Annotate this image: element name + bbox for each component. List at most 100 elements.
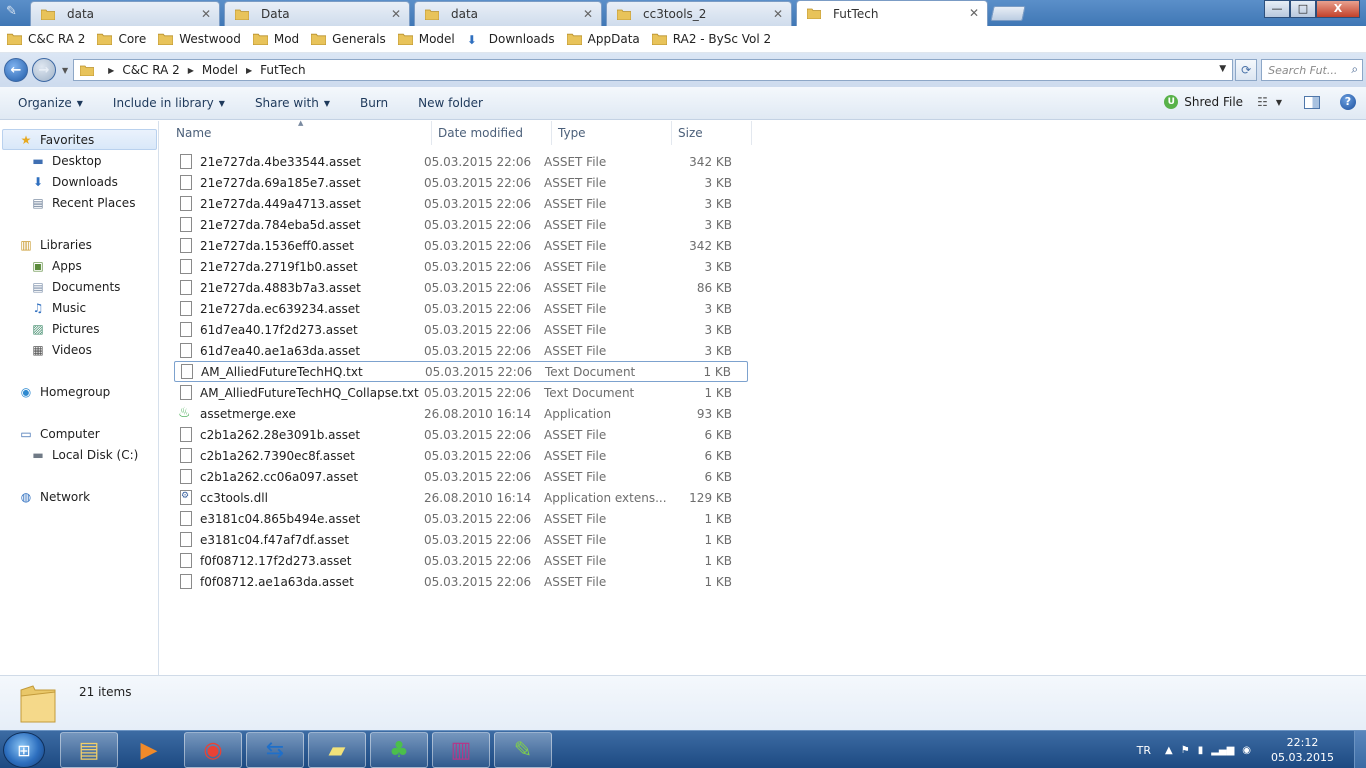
file-row[interactable]: 61d7ea40.17f2d273.asset 05.03.2015 22:06 A… [174,319,748,340]
file-row[interactable]: c2b1a262.28e3091b.asset 05.03.2015 22:06 A… [174,424,748,445]
breadcrumb-separator[interactable]: ▶ [108,66,114,75]
maximize-button[interactable]: □ [1290,0,1316,18]
nav-item[interactable]: ★ Favorites [18,130,95,150]
preview-pane-icon[interactable] [1304,95,1320,109]
file-row[interactable]: 21e727da.ec639234.asset 05.03.2015 22:06 A… [174,298,748,319]
nav-item[interactable]: ▥ Libraries [18,235,92,255]
file-row[interactable]: e3181c04.865b494e.asset 05.03.2015 22:06 A… [174,508,748,529]
taskbar-app[interactable]: ⇆ [246,732,304,768]
nav-item[interactable]: ▤ Recent Places [30,193,135,213]
search-box[interactable]: Search Fut... ⌕ [1261,59,1364,81]
file-row[interactable]: f0f08712.ae1a63da.asset 05.03.2015 22:06 A… [174,571,748,592]
nav-item[interactable]: ▬ Desktop [30,151,101,171]
show-hidden-icons[interactable]: ▲ [1165,745,1173,756]
taskbar-app[interactable]: ▶ [120,732,178,768]
bookmark-item[interactable]: AppData [566,32,640,46]
new-tab-button[interactable] [990,6,1026,21]
nav-item[interactable]: ▦ Videos [30,340,92,360]
organize-button[interactable]: Organize ▼ [18,96,83,110]
start-button[interactable]: ⊞ [3,732,45,768]
nav-item[interactable]: ♫ Music [30,298,87,318]
view-options-dropdown[interactable]: ▼ [1276,98,1282,107]
volume-icon[interactable]: ◉ [1242,745,1251,756]
include-in-library-button[interactable]: Include in library ▼ [113,96,225,110]
breadcrumb-item[interactable]: Model [202,63,238,77]
search-input[interactable]: Search Fut... [1268,64,1337,77]
breadcrumb-separator[interactable]: ▶ [246,66,252,75]
address-dropdown-icon[interactable]: ▼ [1219,64,1226,74]
file-row[interactable]: c2b1a262.7390ec8f.asset 05.03.2015 22:06 A… [174,445,748,466]
taskbar-app[interactable]: ▤ [60,732,118,768]
bookmark-item[interactable]: ⬇ Downloads [467,32,555,47]
tab-3[interactable]: cc3tools_2 ✕ [606,1,792,26]
column-header-type[interactable]: Type [552,121,672,145]
nav-item[interactable]: ▤ Documents [30,277,120,297]
wrench-icon[interactable]: ✎ [6,4,17,19]
bookmark-item[interactable]: Core [97,32,146,46]
tab-1[interactable]: Data ✕ [224,1,410,26]
tab-2[interactable]: data ✕ [414,1,602,26]
nav-item[interactable]: ◍ Network [18,487,90,507]
nav-item[interactable]: ▬ Local Disk (C:) [30,445,138,465]
file-row[interactable]: cc3tools.dll 26.08.2010 16:14 Application … [174,487,748,508]
file-row[interactable]: 21e727da.4be33544.asset 05.03.2015 22:06 A… [174,151,748,172]
burn-button[interactable]: Burn [360,96,388,110]
nav-item[interactable]: ⬇ Downloads [30,172,118,192]
file-row[interactable]: 21e727da.69a185e7.asset 05.03.2015 22:06 A… [174,172,748,193]
power-icon[interactable]: ▮ [1198,745,1204,756]
file-row[interactable]: ♨ assetmerge.exe 26.08.2010 16:14 Applicati… [174,403,748,424]
bookmark-item[interactable]: Mod [252,32,299,46]
taskbar-app[interactable]: ◉ [184,732,242,768]
breadcrumb-separator[interactable]: ▶ [188,66,194,75]
help-icon[interactable]: ? [1340,94,1356,110]
file-row[interactable]: 61d7ea40.ae1a63da.asset 05.03.2015 22:06 A… [174,340,748,361]
close-tab-icon[interactable]: ✕ [969,6,979,20]
taskbar-app[interactable]: ▰ [308,732,366,768]
nav-item[interactable]: ▨ Pictures [30,319,99,339]
column-header-name[interactable]: Name ▲ [160,119,432,145]
minimize-button[interactable]: — [1264,0,1290,18]
file-row[interactable]: 21e727da.1536eff0.asset 05.03.2015 22:06 A… [174,235,748,256]
file-row[interactable]: AM_AlliedFutureTechHQ_Collapse.txt 05.03.… [174,382,748,403]
file-row[interactable]: e3181c04.f47af7df.asset 05.03.2015 22:06 A… [174,529,748,550]
clock[interactable]: 22:12 05.03.2015 [1271,735,1334,765]
file-row[interactable]: AM_AlliedFutureTechHQ.txt 05.03.2015 22:0… [174,361,748,382]
bookmark-item[interactable]: RA2 - BySc Vol 2 [651,32,771,46]
new-folder-button[interactable]: New folder [418,96,483,110]
language-indicator[interactable]: TR [1137,744,1151,757]
change-view-icon[interactable]: ☷ [1257,95,1268,109]
nav-item[interactable]: ▭ Computer [18,424,99,444]
recent-pages-dropdown[interactable]: ▼ [62,66,68,75]
file-row[interactable]: 21e727da.784eba5d.asset 05.03.2015 22:06 A… [174,214,748,235]
close-tab-icon[interactable]: ✕ [201,7,211,21]
back-button[interactable]: ← [4,58,28,82]
shred-file-button[interactable]: U Shred File [1164,95,1243,109]
file-row[interactable]: c2b1a262.cc06a097.asset 05.03.2015 22:06 A… [174,466,748,487]
close-tab-icon[interactable]: ✕ [583,7,593,21]
refresh-button[interactable]: ⟳ [1235,59,1258,81]
taskbar-app[interactable]: ♣ [370,732,428,768]
signal-icon[interactable]: ▂▄▆ [1211,745,1234,756]
column-header-size[interactable]: Size [672,121,752,145]
close-window-button[interactable]: X [1316,0,1360,18]
forward-button[interactable]: → [32,58,56,82]
column-header-date[interactable]: Date modified [432,121,552,145]
bookmark-item[interactable]: C&C RA 2 [7,32,85,46]
address-bar[interactable]: ▶ C&C RA 2 ▶ Model ▶ FutTech ▼ [73,59,1234,81]
tab-4[interactable]: FutTech ✕ [796,0,988,26]
share-with-button[interactable]: Share with ▼ [255,96,330,110]
search-icon[interactable]: ⌕ [1351,62,1358,77]
nav-item[interactable]: ▣ Apps [30,256,81,276]
file-row[interactable]: f0f08712.17f2d273.asset 05.03.2015 22:06 A… [174,550,748,571]
breadcrumb-item[interactable]: C&C RA 2 [122,63,179,77]
tab-0[interactable]: data ✕ [30,1,220,26]
bookmark-item[interactable]: Model [397,32,455,46]
nav-item[interactable]: ◉ Homegroup [18,382,111,402]
bookmark-item[interactable]: Westwood [158,32,241,46]
taskbar-app[interactable]: ▥ [432,732,490,768]
action-center-icon[interactable]: ⚑ [1181,745,1190,756]
file-row[interactable]: 21e727da.4883b7a3.asset 05.03.2015 22:06 A… [174,277,748,298]
close-tab-icon[interactable]: ✕ [391,7,401,21]
bookmark-item[interactable]: Generals [311,32,386,46]
file-row[interactable]: 21e727da.449a4713.asset 05.03.2015 22:06 A… [174,193,748,214]
